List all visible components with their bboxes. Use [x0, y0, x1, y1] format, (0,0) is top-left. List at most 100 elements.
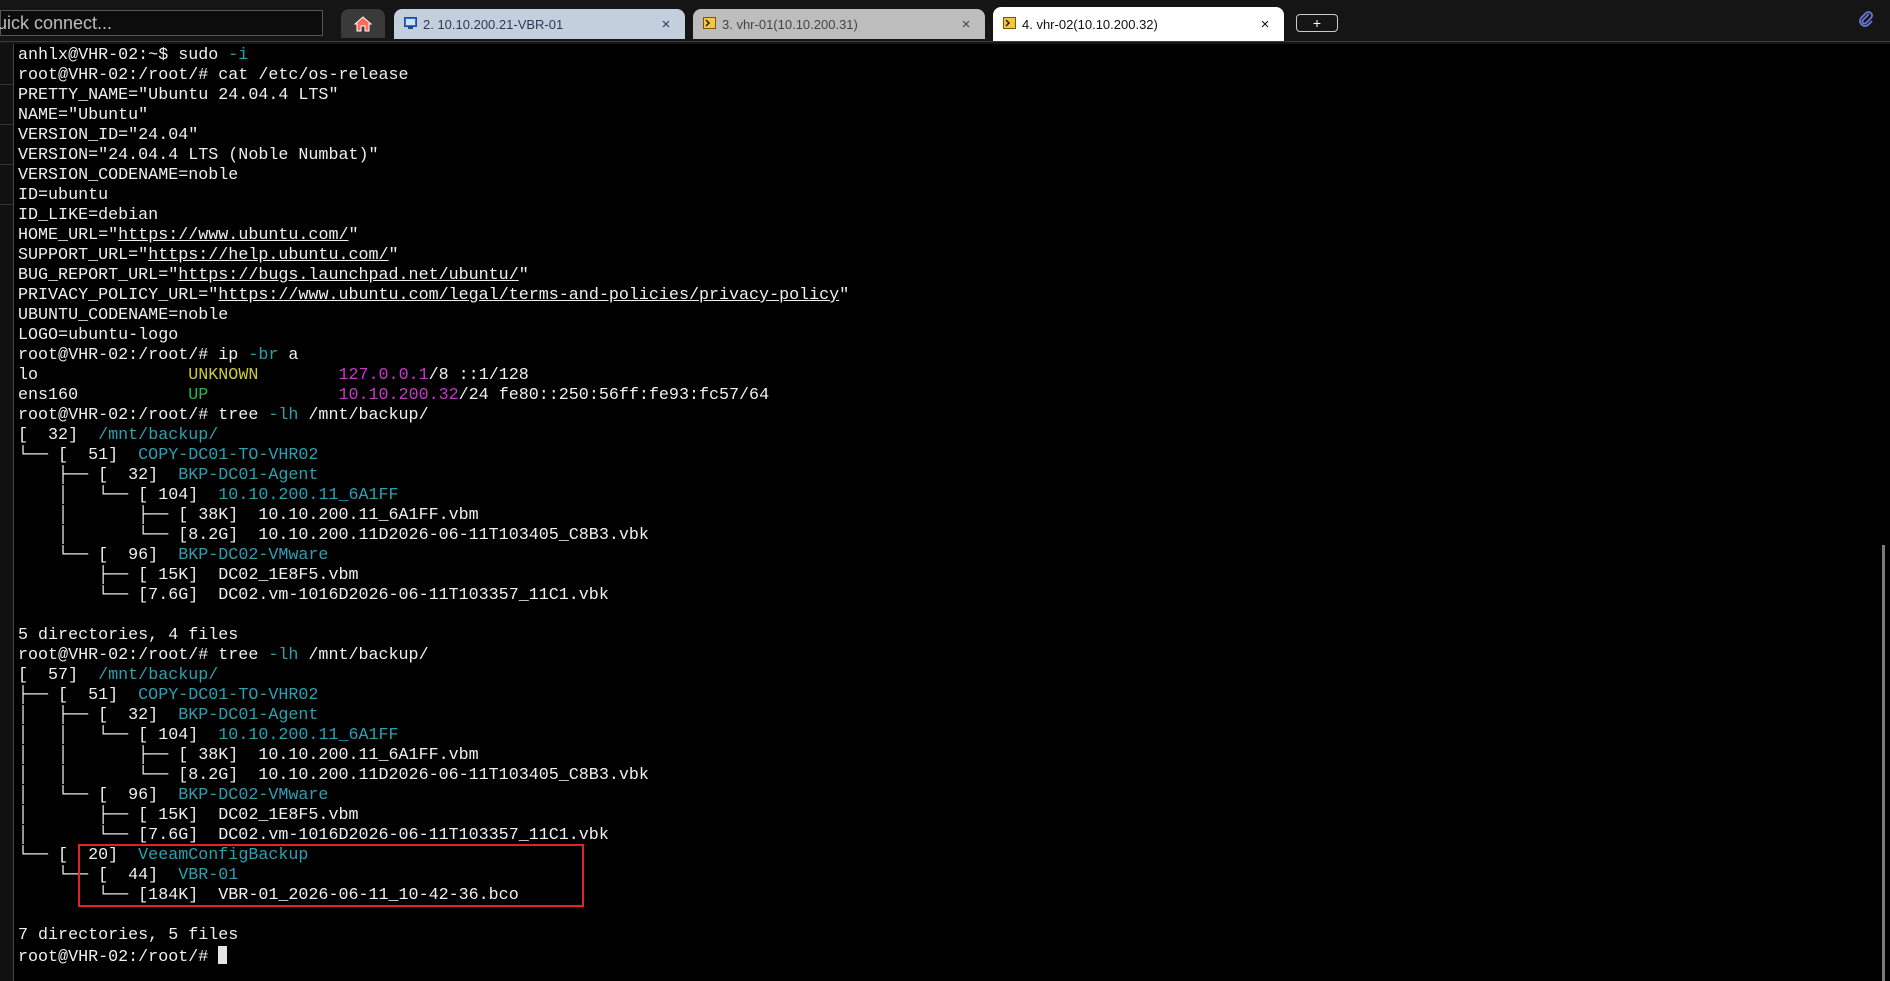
terminal-line: └── [7.6G] DC02.vm-1016D2026-06-11T10335…	[18, 586, 609, 606]
terminal-text: https://help.ubuntu.com/	[148, 246, 389, 265]
terminal-line: [ 32] /mnt/backup/	[18, 426, 218, 446]
terminal-text: UNKNOWN	[188, 366, 259, 385]
terminal-text: BKP-DC01-Agent	[178, 466, 319, 485]
terminal-line: ID=ubuntu	[18, 186, 108, 206]
side-button[interactable]	[0, 204, 13, 244]
close-icon[interactable]: ×	[955, 16, 977, 33]
terminal-text: 10.10.200.32	[338, 386, 459, 405]
terminal-line: │ ├── [ 15K] DC02_1E8F5.vbm	[18, 806, 358, 826]
terminal-text: │ └── [7.6G] DC02.vm-1016D2026-06-11T103…	[18, 826, 609, 845]
terminal-text: LOGO=ubuntu-logo	[18, 326, 179, 345]
terminal-text: └── [ 96]	[18, 546, 179, 565]
terminal-text: "	[839, 286, 850, 305]
terminal-line: NAME="Ubuntu"	[18, 106, 148, 126]
terminal-text: │ └── [8.2G] 10.10.200.11D2026-06-11T103…	[18, 526, 649, 545]
terminal-text: VERSION="24.04.4 LTS (Noble Numbat)"	[18, 146, 379, 165]
terminal-text: root@VHR-02:/root/# cat /etc/os-release	[18, 66, 409, 85]
terminal-line: └── [ 96] BKP-DC02-VMware	[18, 546, 328, 566]
terminal-line: LOGO=ubuntu-logo	[18, 326, 178, 346]
terminal-text: 5 directories, 4 files	[18, 626, 239, 645]
terminal-text: "	[518, 266, 529, 285]
tab-vhr-02[interactable]: 4. vhr-02(10.10.200.32) ×	[993, 7, 1284, 42]
terminal-text: ├── [ 32]	[18, 466, 179, 485]
tab-bar: 2. 10.10.200.21-VBR-01 × 3. vhr-01(10.10…	[0, 0, 1890, 44]
new-tab-button[interactable]: +	[1296, 14, 1338, 32]
terminal-line: BUG_REPORT_URL="https://bugs.launchpad.n…	[18, 266, 529, 286]
tab-vbr-01[interactable]: 2. 10.10.200.21-VBR-01 ×	[394, 9, 685, 39]
quick-connect-box[interactable]	[0, 10, 323, 36]
terminal-text: │ ├── [ 38K] 10.10.200.11_6A1FF.vbm	[18, 506, 479, 525]
terminal-line: VERSION_ID="24.04"	[18, 126, 198, 146]
terminal-text: ├── [ 15K] DC02_1E8F5.vbm	[18, 566, 359, 585]
terminal-cursor	[218, 946, 228, 964]
terminal-line: │ ├── [ 32] BKP-DC01-Agent	[18, 706, 318, 726]
home-icon	[354, 15, 372, 31]
terminal-line: VERSION_CODENAME=noble	[18, 166, 238, 186]
terminal-line: [ 57] /mnt/backup/	[18, 666, 218, 686]
side-button[interactable]	[0, 44, 13, 85]
tab-label: 4. vhr-02(10.10.200.32)	[1022, 17, 1158, 32]
ssh-terminal-icon	[1003, 17, 1016, 32]
terminal-line: 5 directories, 4 files	[18, 626, 238, 646]
side-button[interactable]	[0, 164, 13, 205]
scrollbar-thumb[interactable]	[1882, 545, 1885, 981]
terminal-text: "	[388, 246, 399, 265]
terminal-line: │ └── [ 96] BKP-DC02-VMware	[18, 786, 328, 806]
highlight-box	[78, 844, 584, 907]
terminal-line: PRIVACY_POLICY_URL="https://www.ubuntu.c…	[18, 286, 849, 306]
terminal-text: BKP-DC02-VMware	[178, 786, 329, 805]
terminal-text: [ 32]	[18, 426, 99, 445]
terminal-line: 7 directories, 5 files	[18, 926, 238, 946]
terminal-line: │ └── [8.2G] 10.10.200.11D2026-06-11T103…	[18, 526, 649, 546]
plus-icon: +	[1312, 15, 1322, 31]
tab-label: 3. vhr-01(10.10.200.31)	[722, 16, 858, 32]
terminal-text: │ │ └── [ 104]	[18, 726, 219, 745]
terminal-text: SUPPORT_URL="	[18, 246, 149, 265]
terminal-text: /mnt/backup/	[98, 426, 219, 445]
side-button[interactable]	[0, 84, 13, 125]
terminal-text: root@VHR-02:/root/# ip	[18, 346, 249, 365]
terminal-text: -lh	[268, 646, 299, 665]
terminal-text: NAME="Ubuntu"	[18, 106, 149, 125]
terminal-text: PRIVACY_POLICY_URL="	[18, 286, 219, 305]
terminal-text: /24 fe80::250:56ff:fe93:fc57/64	[458, 386, 770, 405]
terminal-text: 10.10.200.11_6A1FF	[218, 726, 399, 745]
terminal-line: └── [ 51] COPY-DC01-TO-VHR02	[18, 446, 318, 466]
terminal-text: VERSION_CODENAME=noble	[18, 166, 239, 185]
terminal-text: HOME_URL="	[18, 226, 119, 245]
terminal-text: 127.0.0.1	[338, 366, 429, 385]
close-icon[interactable]: ×	[1254, 16, 1276, 33]
home-tab[interactable]	[341, 9, 385, 38]
terminal-line: │ │ └── [8.2G] 10.10.200.11D2026-06-11T1…	[18, 766, 649, 786]
terminal-line: root@VHR-02:/root/# tree -lh /mnt/backup…	[18, 646, 429, 666]
terminal-text: root@VHR-02:/root/# tree	[18, 646, 269, 665]
side-button[interactable]	[0, 124, 13, 165]
terminal-text: PRETTY_NAME="Ubuntu 24.04.4 LTS"	[18, 86, 339, 105]
terminal-line: anhlx@VHR-02:~$ sudo -i	[18, 46, 248, 66]
terminal-text: └── [7.6G] DC02.vm-1016D2026-06-11T10335…	[18, 586, 609, 605]
terminal-text: /mnt/backup/	[298, 406, 429, 425]
terminal-text: │ │ └── [8.2G] 10.10.200.11D2026-06-11T1…	[18, 766, 649, 785]
terminal-text: 10.10.200.11_6A1FF	[218, 486, 399, 505]
terminal-text: ├── [ 51]	[18, 686, 139, 705]
terminal-text: /8 ::1/128	[428, 366, 529, 385]
side-toolbar	[0, 44, 14, 981]
terminal-line: SUPPORT_URL="https://help.ubuntu.com/"	[18, 246, 399, 266]
terminal-text: "	[348, 226, 359, 245]
tab-vhr-01[interactable]: 3. vhr-01(10.10.200.31) ×	[693, 9, 985, 39]
terminal-line: │ └── [ 104] 10.10.200.11_6A1FF	[18, 486, 399, 506]
quick-connect-input[interactable]	[0, 11, 318, 35]
terminal-text: BKP-DC01-Agent	[178, 706, 319, 725]
tab-label: 2. 10.10.200.21-VBR-01	[423, 16, 564, 32]
terminal-line: ID_LIKE=debian	[18, 206, 158, 226]
attachment-icon[interactable]	[1858, 10, 1874, 35]
terminal-text: root@VHR-02:/root/# tree	[18, 406, 269, 425]
terminal-line: HOME_URL="https://www.ubuntu.com/"	[18, 226, 359, 246]
terminal-text: │ └── [ 104]	[18, 486, 219, 505]
close-icon[interactable]: ×	[655, 16, 677, 33]
terminal-output[interactable]: anhlx@VHR-02:~$ sudo -i root@VHR-02:/root…	[18, 44, 1868, 981]
ssh-terminal-icon	[703, 16, 716, 32]
terminal-line: PRETTY_NAME="Ubuntu 24.04.4 LTS"	[18, 86, 338, 106]
